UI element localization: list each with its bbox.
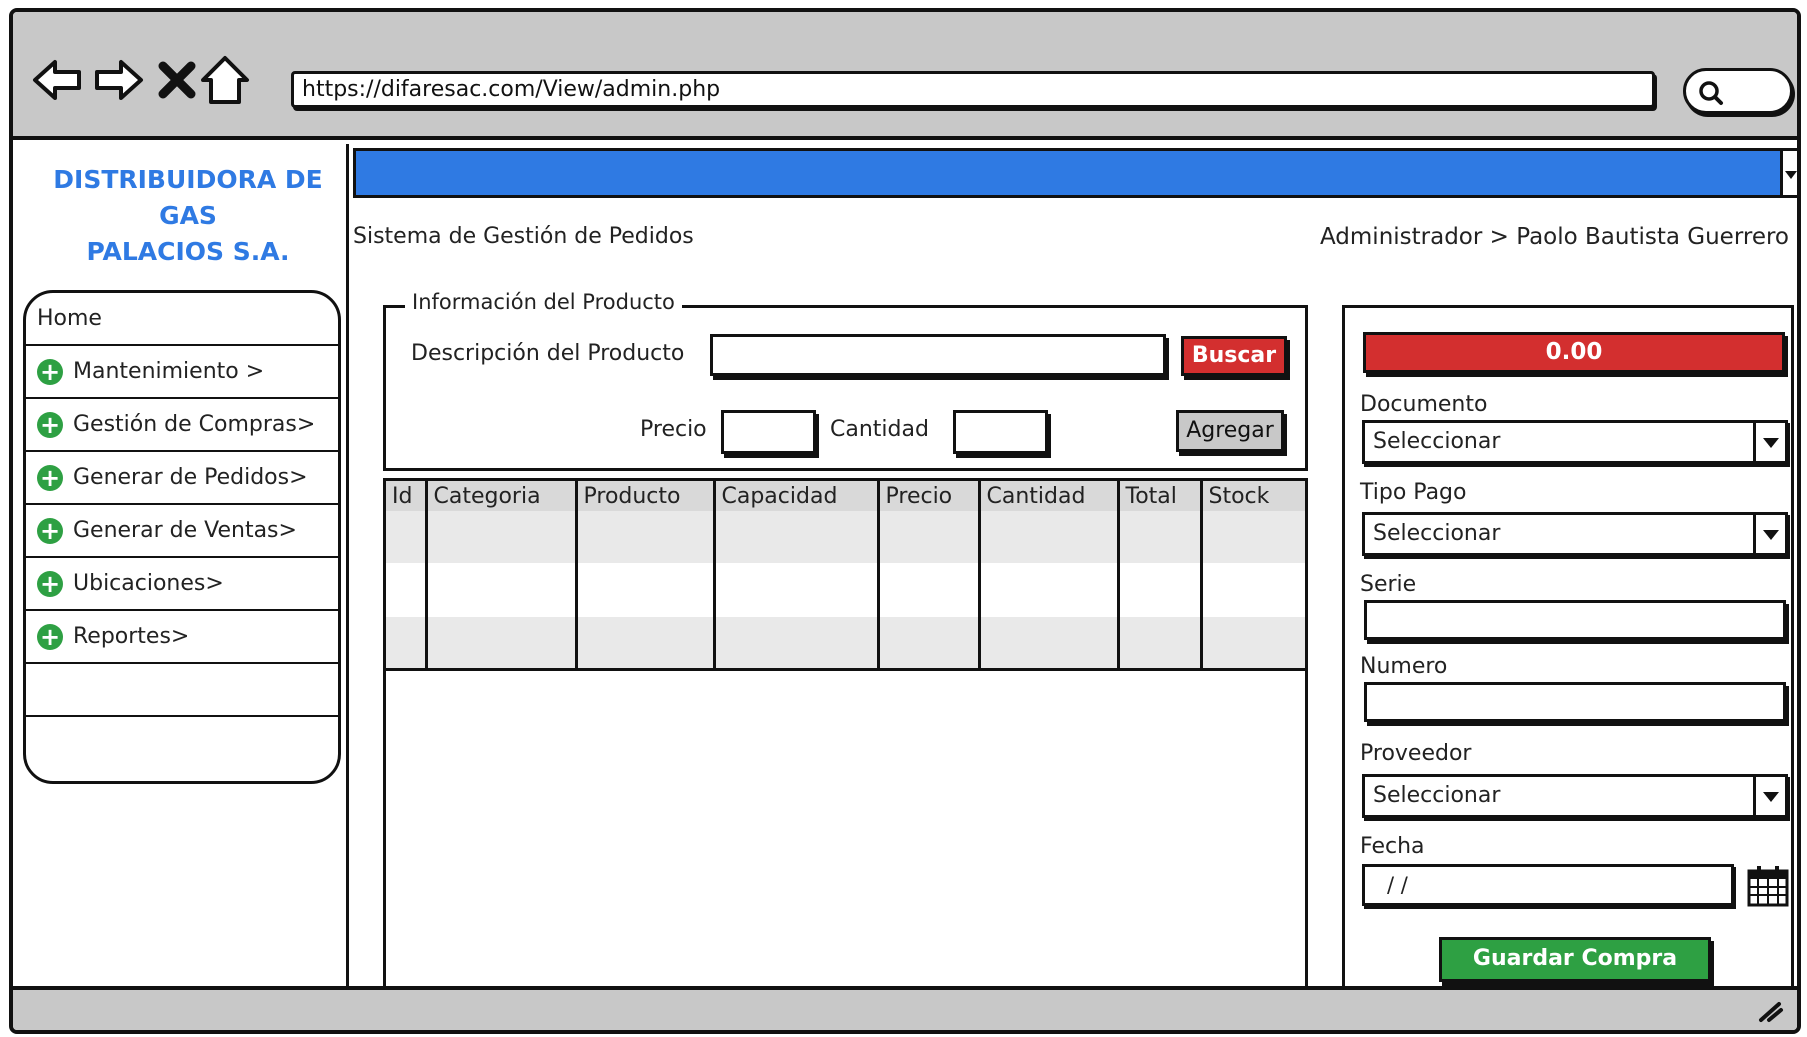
chevron-down-icon	[1753, 777, 1785, 815]
serie-input[interactable]	[1364, 600, 1786, 640]
sidebar-item-empty	[26, 664, 338, 717]
sidebar-menu: Home + Mantenimiento > + Gestión de Comp…	[23, 290, 341, 784]
browser-window: https://difaresac.com/View/admin.php DIS…	[9, 8, 1801, 1034]
topbar-dropdown-arrow[interactable]	[1783, 148, 1797, 198]
back-arrow-icon[interactable]	[31, 52, 87, 108]
document-select[interactable]: Seleccionar	[1362, 420, 1788, 464]
date-label: Fecha	[1360, 834, 1425, 859]
supplier-label: Proveedor	[1360, 741, 1472, 766]
chevron-down-icon	[1753, 515, 1785, 553]
search-icon	[1699, 81, 1723, 105]
sidebar-item-generar-ventas[interactable]: + Generar de Ventas>	[26, 505, 338, 558]
sidebar-item-label: Generar de Ventas>	[73, 518, 297, 543]
sidebar-item-label: Reportes>	[73, 624, 190, 649]
chevron-down-icon	[1753, 423, 1785, 461]
sidebar-item-label: Ubicaciones>	[73, 571, 224, 596]
price-label: Precio	[640, 417, 707, 442]
home-icon[interactable]	[197, 52, 253, 108]
plus-circle-icon: +	[37, 517, 63, 544]
column-header[interactable]: Stock	[1199, 481, 1305, 511]
sidebar-item-label: Mantenimiento >	[73, 359, 265, 384]
plus-circle-icon: +	[37, 358, 63, 385]
product-info-fieldset	[383, 305, 1308, 471]
table-row[interactable]	[386, 511, 1305, 563]
system-title: Sistema de Gestión de Pedidos	[353, 224, 694, 249]
plus-circle-icon: +	[37, 411, 63, 438]
sidebar-item-label: Generar de Pedidos>	[73, 465, 308, 490]
document-select-value: Seleccionar	[1373, 429, 1501, 454]
products-table-container: Id Categoria Producto Capacidad Precio C…	[383, 478, 1308, 996]
plus-circle-icon: +	[37, 623, 63, 650]
column-header[interactable]: Producto	[574, 481, 714, 511]
table-header-row: Id Categoria Producto Capacidad Precio C…	[386, 481, 1305, 511]
column-header[interactable]: Capacidad	[712, 481, 878, 511]
serie-label: Serie	[1360, 572, 1417, 597]
table-row[interactable]	[386, 617, 1305, 671]
status-bar	[13, 986, 1797, 1030]
supplier-select-value: Seleccionar	[1373, 783, 1501, 808]
date-input[interactable]: / /	[1362, 864, 1734, 906]
description-input[interactable]	[710, 334, 1166, 376]
column-header[interactable]: Categoria	[424, 481, 576, 511]
plus-circle-icon: +	[37, 570, 63, 597]
sidebar-item-gestion-compras[interactable]: + Gestión de Compras>	[26, 399, 338, 452]
payment-type-select-value: Seleccionar	[1373, 521, 1501, 546]
numero-input[interactable]	[1364, 682, 1786, 722]
payment-type-select[interactable]: Seleccionar	[1362, 512, 1788, 556]
price-input[interactable]	[721, 410, 816, 454]
quantity-label: Cantidad	[830, 417, 929, 442]
column-header[interactable]: Cantidad	[977, 481, 1118, 511]
quantity-input[interactable]	[953, 410, 1048, 454]
browser-toolbar: https://difaresac.com/View/admin.php	[13, 12, 1797, 140]
brand-line-1: DISTRIBUIDORA DE GAS	[53, 165, 323, 230]
column-header[interactable]: Total	[1116, 481, 1201, 511]
document-label: Documento	[1360, 392, 1488, 417]
browser-search-box[interactable]	[1683, 68, 1793, 114]
numero-label: Numero	[1360, 654, 1448, 679]
forward-arrow-icon[interactable]	[89, 52, 145, 108]
calendar-icon[interactable]	[1746, 864, 1790, 908]
sidebar-item-mantenimiento[interactable]: + Mantenimiento >	[26, 346, 338, 399]
sidebar-item-reportes[interactable]: + Reportes>	[26, 611, 338, 664]
description-label: Descripción del Producto	[411, 341, 685, 366]
column-header[interactable]: Precio	[876, 481, 979, 511]
total-amount-display: 0.00	[1363, 332, 1785, 373]
plus-circle-icon: +	[37, 464, 63, 491]
sidebar-divider	[346, 144, 349, 992]
company-logo-text: DISTRIBUIDORA DE GAS PALACIOS S.A.	[33, 162, 343, 270]
sidebar-item-generar-pedidos[interactable]: + Generar de Pedidos>	[26, 452, 338, 505]
product-info-legend: Información del Producto	[405, 290, 682, 314]
supplier-select[interactable]: Seleccionar	[1362, 774, 1788, 818]
save-purchase-button[interactable]: Guardar Compra	[1439, 937, 1711, 982]
sidebar-item-ubicaciones[interactable]: + Ubicaciones>	[26, 558, 338, 611]
search-button[interactable]: Buscar	[1181, 336, 1287, 376]
add-button[interactable]: Agregar	[1176, 410, 1284, 452]
top-navigation-bar[interactable]	[353, 148, 1783, 198]
brand-line-2: PALACIOS S.A.	[86, 237, 290, 266]
column-header[interactable]: Id	[386, 481, 426, 511]
table-row[interactable]	[386, 563, 1305, 617]
sidebar-item-home[interactable]: Home	[26, 293, 338, 346]
url-bar[interactable]: https://difaresac.com/View/admin.php	[291, 71, 1655, 108]
sidebar-item-label: Gestión de Compras>	[73, 412, 316, 437]
products-table: Id Categoria Producto Capacidad Precio C…	[386, 481, 1305, 671]
resize-grip-icon[interactable]	[1755, 998, 1785, 1024]
user-breadcrumb: Administrador > Paolo Bautista Guerrero	[1319, 224, 1789, 250]
sidebar-item-label: Home	[37, 306, 102, 331]
payment-type-label: Tipo Pago	[1360, 480, 1467, 505]
